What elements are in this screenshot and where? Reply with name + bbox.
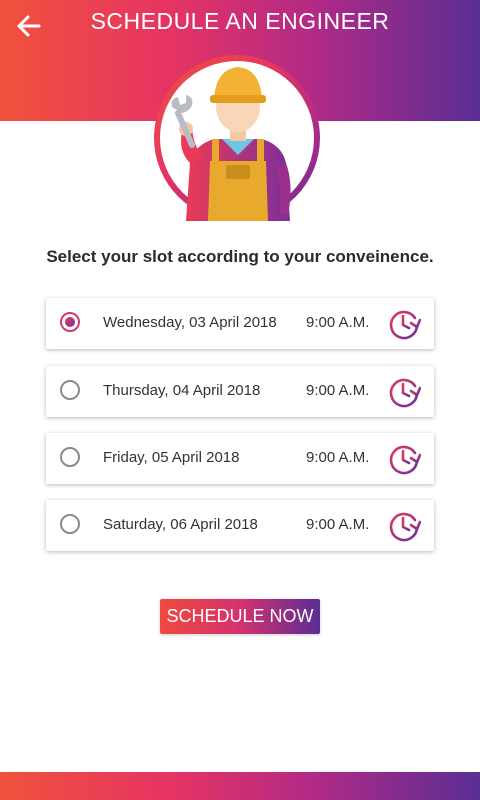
page-title: SCHEDULE AN ENGINEER [90, 8, 390, 34]
clock-refresh-icon [389, 512, 421, 542]
radio-button-selected[interactable] [60, 312, 80, 332]
slot-time: 9:00 A.M. [306, 449, 370, 466]
clock-refresh-icon [389, 445, 421, 475]
slot-time: 9:00 A.M. [306, 314, 370, 331]
slot-time: 9:00 A.M. [306, 382, 370, 399]
slot-date: Thursday, 04 April 2018 [103, 382, 261, 399]
footer-gradient-bar [0, 772, 480, 800]
radio-button[interactable] [60, 514, 80, 534]
clock-refresh-icon [389, 310, 421, 340]
slot-instruction-text: Select your slot according to your conve… [46, 247, 434, 266]
slot-date: Saturday, 06 April 2018 [103, 516, 258, 533]
slot-option-2[interactable]: Thursday, 04 April 2018 9:00 A.M. [46, 366, 434, 417]
slot-option-4[interactable]: Saturday, 06 April 2018 9:00 A.M. [46, 500, 434, 551]
engineer-avatar [154, 55, 320, 221]
schedule-now-button[interactable]: SCHEDULE NOW [160, 599, 320, 634]
slot-option-3[interactable]: Friday, 05 April 2018 9:00 A.M. [46, 433, 434, 484]
radio-button[interactable] [60, 380, 80, 400]
slot-date: Friday, 05 April 2018 [103, 449, 240, 466]
slot-option-1[interactable]: Wednesday, 03 April 2018 9:00 A.M. [46, 298, 434, 349]
radio-button[interactable] [60, 447, 80, 467]
engineer-illustration-icon [171, 67, 291, 221]
slot-date: Wednesday, 03 April 2018 [103, 314, 277, 331]
slot-time: 9:00 A.M. [306, 516, 370, 533]
clock-refresh-icon [389, 378, 421, 408]
